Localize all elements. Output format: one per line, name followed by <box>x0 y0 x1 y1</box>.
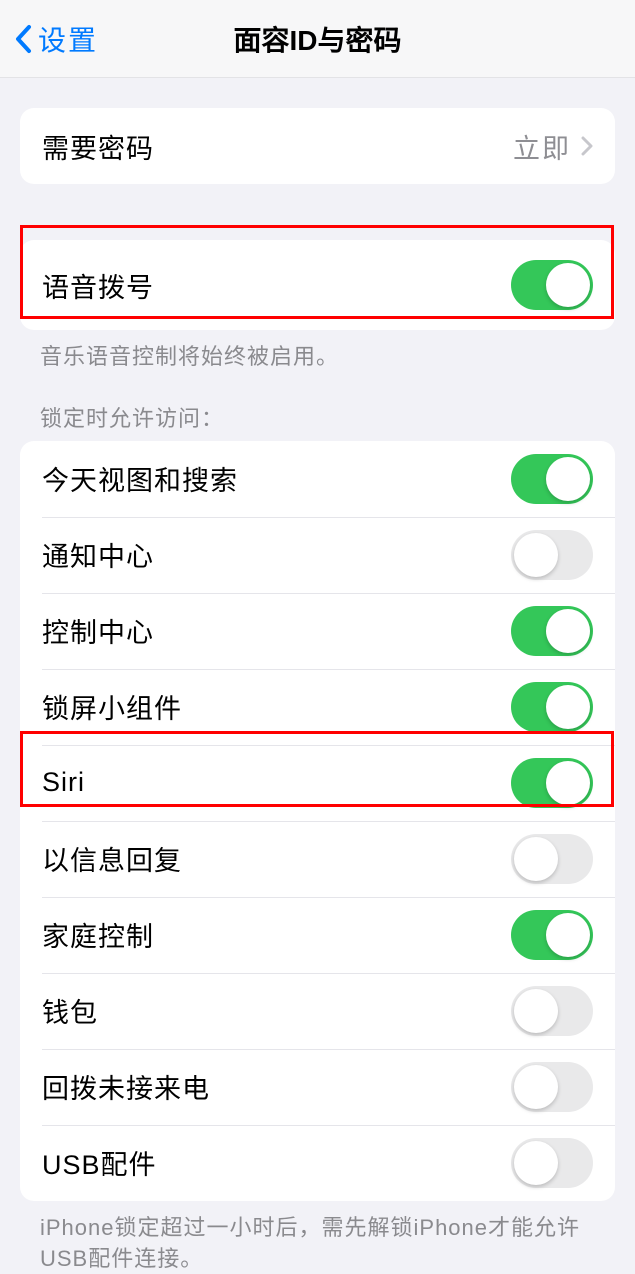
back-label: 设置 <box>38 19 98 59</box>
require-passcode-value: 立即 <box>513 127 571 166</box>
require-passcode-row[interactable]: 需要密码 立即 <box>20 108 615 184</box>
lock-access-toggle[interactable] <box>511 1062 593 1112</box>
toggle-knob <box>546 685 590 729</box>
voice-dial-row: 语音拨号 <box>20 240 615 330</box>
lock-access-row: 钱包 <box>20 973 615 1049</box>
lock-access-toggle[interactable] <box>511 682 593 732</box>
voice-dial-group: 语音拨号 <box>20 240 615 330</box>
lock-access-label: 钱包 <box>42 991 98 1030</box>
lock-access-row: 锁屏小组件 <box>20 669 615 745</box>
lock-access-toggle[interactable] <box>511 986 593 1036</box>
lock-access-label: USB配件 <box>42 1143 157 1182</box>
lock-access-label: 以信息回复 <box>42 839 182 878</box>
lock-access-footer: iPhone锁定超过一小时后，需先解锁iPhone才能允许USB配件连接。 <box>0 1201 635 1274</box>
voice-dial-footer: 音乐语音控制将始终被启用。 <box>0 330 635 373</box>
passcode-group: 需要密码 立即 <box>20 108 615 184</box>
toggle-knob <box>514 533 558 577</box>
back-button[interactable]: 设置 <box>0 19 98 59</box>
toggle-knob <box>546 761 590 805</box>
back-chevron-icon <box>14 24 32 54</box>
lock-access-toggle[interactable] <box>511 1138 593 1188</box>
voice-dial-label: 语音拨号 <box>42 266 154 305</box>
chevron-right-icon <box>581 136 593 156</box>
row-right: 立即 <box>513 127 593 166</box>
voice-dial-toggle[interactable] <box>511 260 593 310</box>
lock-access-label: 家庭控制 <box>42 915 154 954</box>
lock-access-toggle[interactable] <box>511 910 593 960</box>
lock-access-label: 今天视图和搜索 <box>42 459 238 498</box>
lock-access-row: USB配件 <box>20 1125 615 1201</box>
lock-access-label: 通知中心 <box>42 535 154 574</box>
lock-access-label: Siri <box>42 767 85 798</box>
lock-access-header: 锁定时允许访问： <box>0 373 635 441</box>
toggle-knob <box>514 837 558 881</box>
lock-access-toggle[interactable] <box>511 530 593 580</box>
lock-access-row: Siri <box>20 745 615 821</box>
lock-access-row: 今天视图和搜索 <box>20 441 615 517</box>
lock-access-toggle[interactable] <box>511 834 593 884</box>
lock-access-label: 回拨未接来电 <box>42 1067 210 1106</box>
lock-access-row: 家庭控制 <box>20 897 615 973</box>
toggle-knob <box>546 263 590 307</box>
toggle-knob <box>546 609 590 653</box>
lock-access-toggle[interactable] <box>511 758 593 808</box>
nav-bar: 设置 面容ID与密码 <box>0 0 635 78</box>
lock-access-row: 控制中心 <box>20 593 615 669</box>
toggle-knob <box>546 457 590 501</box>
toggle-knob <box>514 1065 558 1109</box>
require-passcode-label: 需要密码 <box>42 127 154 166</box>
content: 需要密码 立即 语音拨号 音乐语音控制将始终被启用。 锁定时允许访问： 今天视图… <box>0 108 635 1274</box>
lock-access-toggle[interactable] <box>511 454 593 504</box>
lock-access-row: 以信息回复 <box>20 821 615 897</box>
lock-access-toggle[interactable] <box>511 606 593 656</box>
lock-access-label: 控制中心 <box>42 611 154 650</box>
lock-access-row: 通知中心 <box>20 517 615 593</box>
toggle-knob <box>514 1141 558 1185</box>
lock-access-label: 锁屏小组件 <box>42 687 182 726</box>
toggle-knob <box>546 913 590 957</box>
lock-access-row: 回拨未接来电 <box>20 1049 615 1125</box>
toggle-knob <box>514 989 558 1033</box>
lock-access-group: 今天视图和搜索通知中心控制中心锁屏小组件 Siri 以信息回复家庭控制钱包回拨未接来… <box>20 441 615 1201</box>
